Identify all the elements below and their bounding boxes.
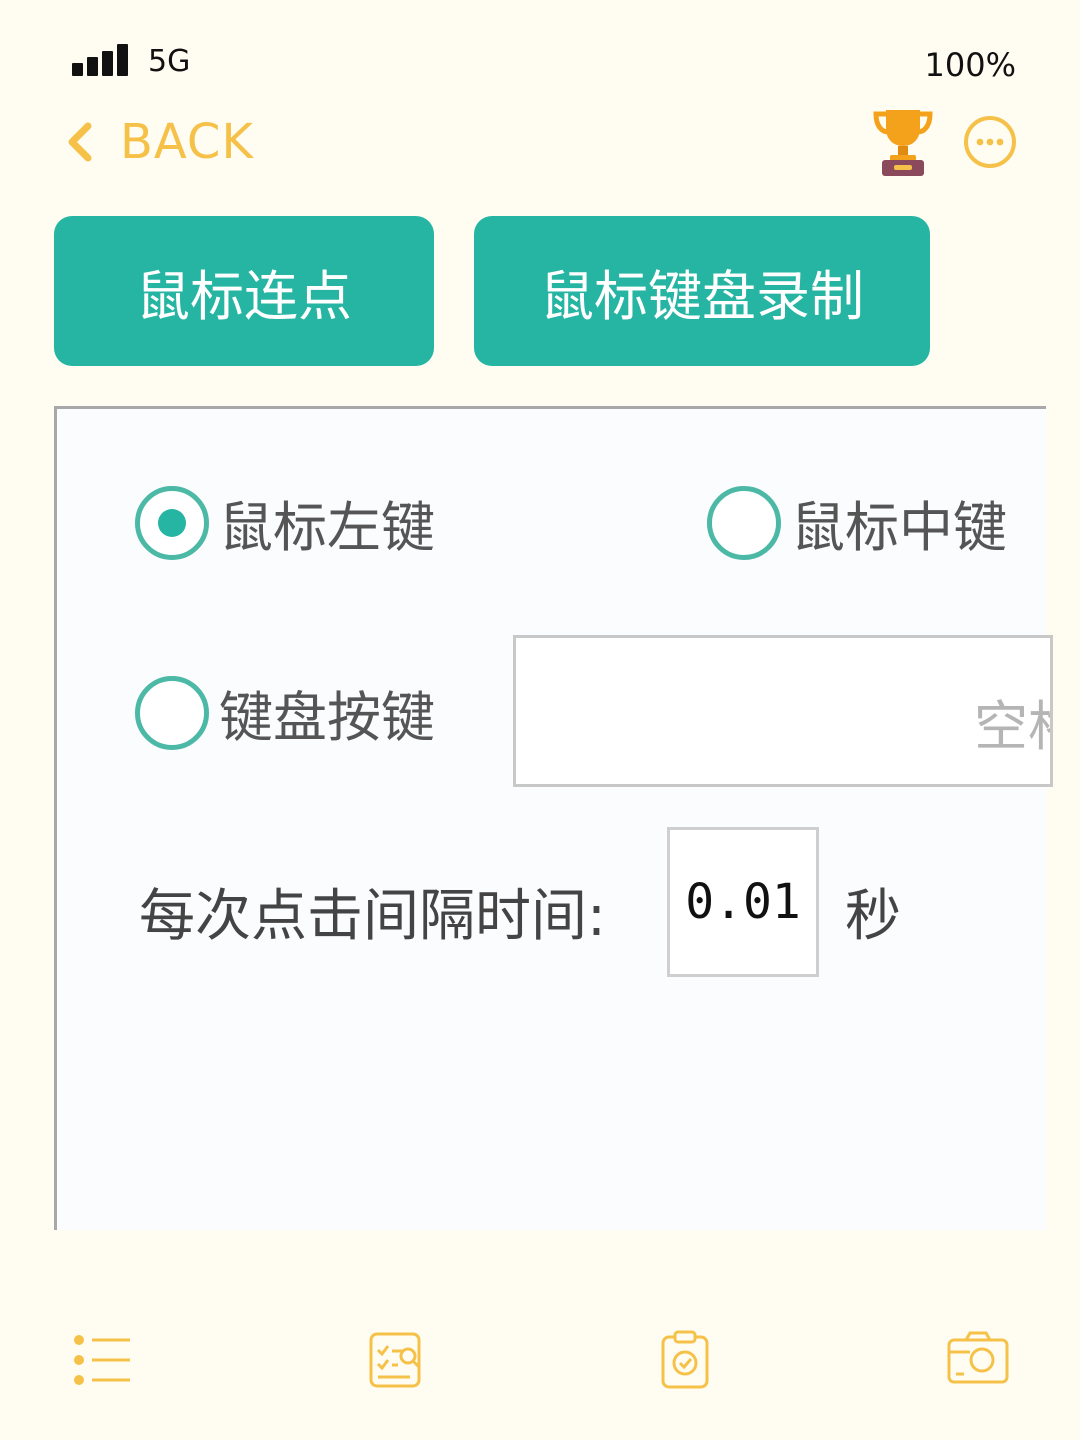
tab-mouse-click[interactable]: 鼠标连点 — [54, 216, 434, 366]
camera-icon[interactable] — [946, 1330, 1010, 1386]
trophy-icon[interactable] — [872, 104, 934, 176]
radio-keyboard-key[interactable]: 键盘按键 — [135, 673, 435, 752]
radio-circle — [135, 675, 209, 750]
radio-selected-dot — [158, 508, 186, 537]
battery-percentage: 100% — [924, 46, 1016, 84]
radio-label: 鼠标中键 — [791, 496, 1007, 559]
interval-label: 每次点击间隔时间: — [139, 884, 606, 949]
interval-input[interactable]: 0.01 — [667, 827, 819, 977]
status-bar: 5G 100% — [0, 0, 1080, 100]
key-input-value: 空格 — [974, 695, 1050, 758]
key-input-field[interactable]: 空格 — [513, 635, 1053, 787]
radio-middle-button[interactable]: 鼠标中键 — [707, 483, 1007, 562]
navigation-bar: BACK — [0, 100, 1080, 190]
radio-circle — [135, 485, 209, 560]
search-checklist-icon[interactable] — [368, 1330, 424, 1390]
radio-label: 键盘按键 — [219, 686, 435, 749]
interval-unit: 秒 — [845, 884, 901, 949]
signal-bars-icon — [72, 44, 128, 76]
settings-panel: 鼠标左键 鼠标中键 键盘按键 空格 每次点击间隔时间: 0.01 秒 — [54, 406, 1053, 1230]
clipboard-check-icon[interactable] — [660, 1330, 710, 1390]
tab-mouse-keyboard-record[interactable]: 鼠标键盘录制 — [474, 216, 930, 366]
app-content: 鼠标连点 鼠标键盘录制 鼠标左键 鼠标中键 键盘按键 空格 每次点击间隔时间: … — [0, 200, 1080, 1230]
list-icon[interactable] — [72, 1330, 132, 1390]
radio-circle — [707, 485, 781, 560]
network-type: 5G — [148, 44, 191, 79]
radio-left-button[interactable]: 鼠标左键 — [135, 483, 435, 562]
bottom-toolbar — [0, 1320, 1080, 1410]
chevron-left-icon — [68, 122, 92, 162]
back-label: BACK — [120, 114, 254, 170]
back-button[interactable]: BACK — [64, 110, 254, 174]
more-dots-icon[interactable] — [962, 114, 1018, 170]
radio-label: 鼠标左键 — [219, 496, 435, 559]
